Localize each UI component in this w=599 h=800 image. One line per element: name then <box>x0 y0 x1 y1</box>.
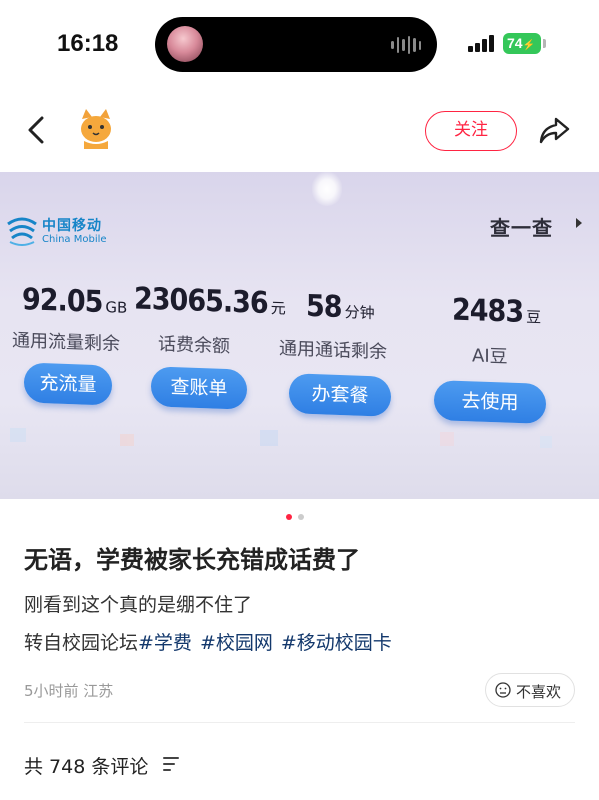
light-glare <box>312 172 342 206</box>
ai-beans-balance: 2483 豆 <box>452 292 542 330</box>
china-mobile-logo <box>7 217 37 246</box>
signal-icon <box>468 34 496 52</box>
buy-plan-button: 办套餐 <box>289 373 391 417</box>
hashtag-campus-network[interactable]: #校园网 <box>200 632 273 654</box>
call-minutes-balance: 58 分钟 <box>306 288 375 326</box>
blurred-content <box>0 412 599 482</box>
dynamic-island[interactable] <box>155 17 437 72</box>
carousel-dot <box>298 514 304 520</box>
brand-name-en: China Mobile <box>42 234 107 245</box>
phone-bill-balance: 23065.36 元 <box>134 281 286 322</box>
phone-bill-balance-label: 话费余额 <box>158 333 230 358</box>
brand-name-cn: 中国移动 <box>42 218 102 234</box>
post-title: 无语，学费被家长充错成话费了 <box>24 546 360 574</box>
audio-wave-icon <box>391 35 421 55</box>
data-balance-label: 通用流量剩余 <box>12 330 120 355</box>
author-avatar[interactable] <box>74 107 118 151</box>
carousel-indicator <box>286 514 310 522</box>
post-tags-line: 转自校园论坛#学费 #校园网 #移动校园卡 <box>24 628 392 655</box>
unhappy-face-icon <box>495 682 511 698</box>
hashtag-mobile-campus-card[interactable]: #移动校园卡 <box>281 632 392 654</box>
follow-button[interactable]: 关注 <box>425 111 517 151</box>
call-minutes-label: 通用通话剩余 <box>279 338 387 363</box>
dislike-button[interactable]: 不喜欢 <box>485 673 575 707</box>
hashtag-tuition[interactable]: #学费 <box>138 632 192 654</box>
top-up-data-button: 充流量 <box>24 362 112 406</box>
carousel-dot-active <box>286 514 292 520</box>
status-bar: 16:18 74⚡ <box>0 0 599 92</box>
battery-tip <box>543 39 546 48</box>
cat-avatar-icon <box>81 109 111 149</box>
ai-beans-label: AI豆 <box>472 345 508 368</box>
post-image[interactable]: 中国移动 China Mobile 查一查 92.05 GB 通用流量剩余 充流量… <box>0 172 599 499</box>
chevron-left-icon <box>28 116 44 144</box>
comment-count: 共 748 条评论 <box>24 756 149 778</box>
dislike-label: 不喜欢 <box>516 683 562 701</box>
sort-icon[interactable] <box>163 757 179 771</box>
data-balance: 92.05 GB <box>22 282 128 320</box>
query-link: 查一查 <box>490 216 553 240</box>
divider <box>24 722 575 723</box>
post-nav-bar: 关注 <box>0 92 599 172</box>
back-button[interactable] <box>22 110 54 150</box>
share-button[interactable] <box>536 112 572 148</box>
status-time: 16:18 <box>57 30 119 57</box>
post-meta: 5小时前 江苏 <box>24 682 114 700</box>
battery-indicator: 74⚡ <box>503 33 541 54</box>
share-arrow-icon <box>539 117 570 144</box>
post-body: 刚看到这个真的是绷不住了 <box>24 594 253 616</box>
now-playing-avatar <box>167 26 203 62</box>
chevron-right-icon <box>576 218 582 228</box>
post-source: 转自校园论坛 <box>24 632 139 654</box>
check-bill-button: 查账单 <box>151 366 247 410</box>
battery-level: 74 <box>507 35 523 51</box>
